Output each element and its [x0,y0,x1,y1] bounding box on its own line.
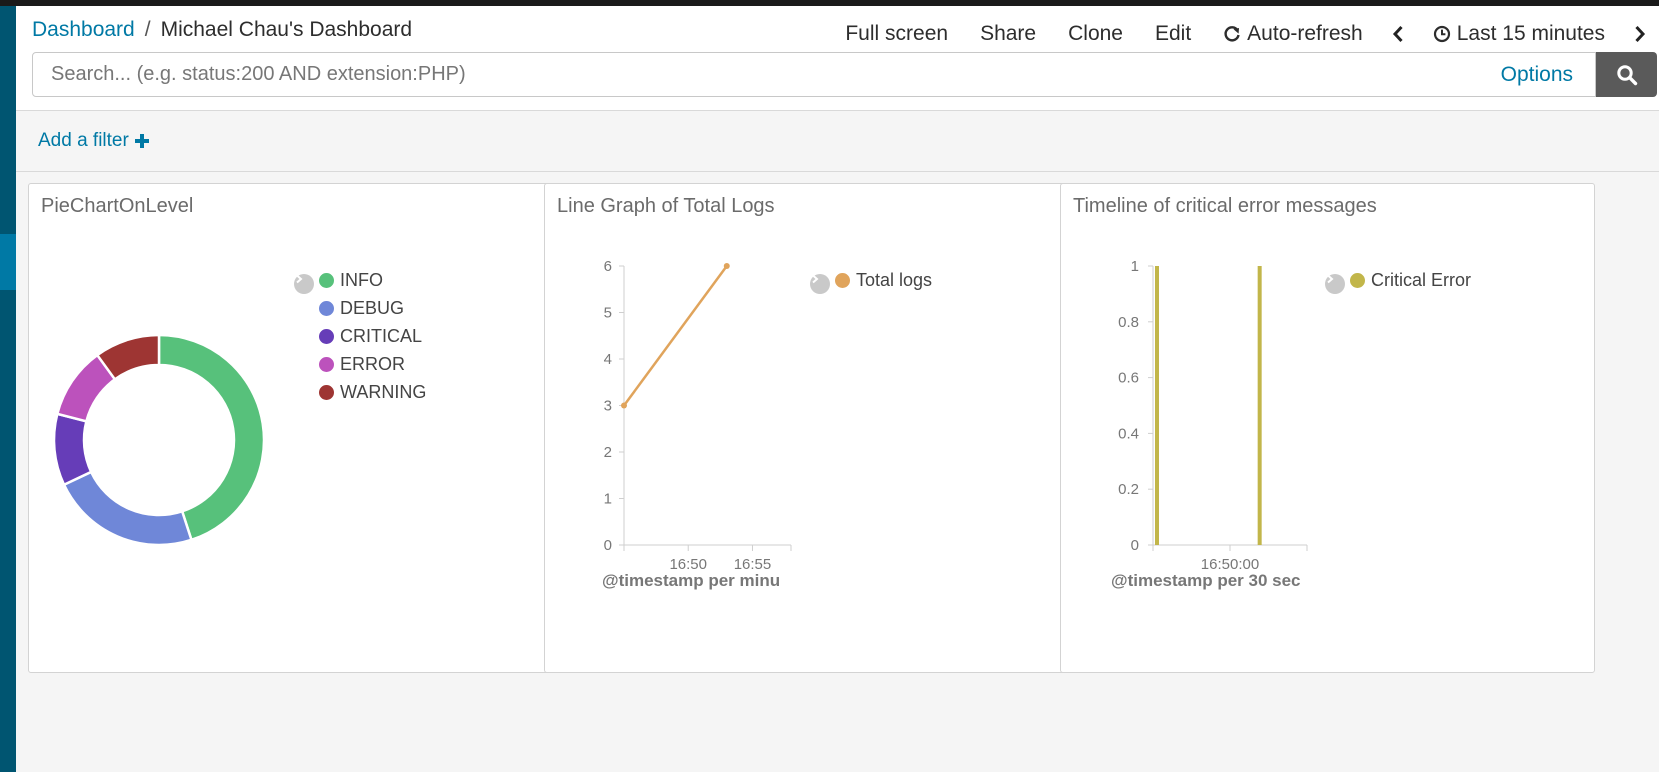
time-picker-button[interactable]: Last 15 minutes [1417,22,1621,46]
auto-refresh-label: Auto-refresh [1247,22,1363,45]
legend-item[interactable]: Critical Error [1350,266,1471,294]
full-screen-label: Full screen [845,22,949,45]
edit-label: Edit [1154,22,1192,45]
timeline-bar[interactable] [1155,266,1159,545]
legend-item[interactable]: CRITICAL [319,322,426,350]
legend-item[interactable]: DEBUG [319,294,426,322]
x-axis-title: @timestamp per minu [602,571,780,590]
legend-dot [835,272,850,288]
pie-chart [52,333,266,547]
legend-item[interactable]: INFO [319,266,426,294]
plus-icon [134,134,149,148]
y-tick-label: 0.8 [1118,314,1139,331]
legend-label: DEBUG [340,297,405,318]
y-tick-label: 3 [604,398,612,415]
add-filter-label: Add a filter [38,130,129,151]
sidebar-item-dashboard[interactable] [0,234,16,290]
time-forward-button[interactable] [1621,25,1659,43]
search-icon [1616,64,1637,85]
chevron-left-icon [1392,25,1403,43]
legend-label: WARNING [340,381,427,402]
time-back-button[interactable] [1379,25,1417,43]
share-button[interactable]: Share [964,22,1052,46]
main-area: Dashboard / Michael Chau's Dashboard Ful… [16,6,1659,772]
legend-label: INFO [340,269,383,290]
timeline-legend: Critical Error [1350,266,1471,294]
y-tick-label: 0.6 [1118,370,1139,387]
y-tick-label: 0 [604,537,612,554]
legend-dot [319,300,334,316]
full-screen-button[interactable]: Full screen [829,22,964,46]
pie-slice-debug[interactable] [62,470,194,547]
add-filter-link[interactable]: Add a filter [38,130,149,152]
y-tick-label: 1 [604,491,612,508]
pie-slice-info[interactable] [157,333,266,542]
legend-item[interactable]: ERROR [319,350,426,378]
legend-dot [1350,272,1365,288]
legend-label: ERROR [340,353,406,374]
y-tick-label: 4 [604,351,612,368]
data-point[interactable] [723,263,730,269]
legend-dot [319,272,334,288]
legend-item[interactable]: WARNING [319,378,426,406]
top-menu: Full screen Share Clone Edit Auto-refres… [829,16,1659,52]
chevron-right-icon [1327,274,1334,284]
search-button[interactable] [1596,52,1657,97]
series-line-total-logs [622,265,728,407]
refresh-icon [1224,26,1240,42]
y-tick-label: 5 [604,305,612,322]
share-label: Share [980,22,1037,45]
data-point[interactable] [621,402,627,409]
timeline-chart: 00.20.40.60.8116:50:00@timestamp per 30 … [1111,258,1308,590]
x-axis-title: @timestamp per 30 sec [1111,571,1301,590]
clock-icon [1433,25,1450,43]
legend-dot [319,356,334,372]
legend-item[interactable]: Total logs [835,266,932,294]
search-options-link[interactable]: Options [1501,63,1573,87]
breadcrumb-dashboard-link[interactable]: Dashboard [32,18,135,42]
edit-button[interactable]: Edit [1139,22,1207,46]
pie-legend: INFO DEBUG CRITICAL ERROR WARNING [319,266,426,406]
legend-label: CRITICAL [340,325,423,346]
chevron-right-icon [812,274,819,284]
sidebar [0,6,16,772]
panel-line-graph: Line Graph of Total Logs 0 1 2 3 4 5 6 16:50 16:… [544,183,1069,673]
clone-label: Clone [1068,22,1123,45]
breadcrumb: Dashboard / Michael Chau's Dashboard [32,18,412,42]
legend-dot [319,328,334,344]
y-tick-label: 0 [1131,537,1139,554]
legend-dot [319,384,334,400]
header: Dashboard / Michael Chau's Dashboard Ful… [16,6,1659,111]
y-tick-label: 1 [1131,258,1139,275]
timeline-bar[interactable] [1257,266,1262,545]
pie-slice-critical[interactable] [52,412,93,487]
chevron-right-icon [1635,25,1646,43]
clone-button[interactable]: Clone [1052,22,1139,46]
panel-timeline: Timeline of critical error messages 0 0.2… [1060,183,1595,673]
legend-toggle-button[interactable] [1325,274,1345,294]
y-tick-label: 0.4 [1118,425,1139,442]
line-legend: Total logs [835,266,932,294]
search-input[interactable] [51,63,1501,86]
auto-refresh-button[interactable]: Auto-refresh [1207,22,1379,46]
y-tick-label: 0.2 [1118,481,1139,498]
y-tick-label: 6 [604,258,612,275]
y-tick-label: 2 [604,444,612,461]
page-title: Michael Chau's Dashboard [160,18,413,41]
panel-pie-chart: PieChartOnLevel INFO DEBUG CRITICAL ERROR WA… [28,183,553,673]
legend-label: Total logs [856,269,933,290]
legend-label: Critical Error [1371,269,1472,290]
breadcrumb-separator: / [144,18,151,41]
filter-bar: Add a filter [16,112,1659,172]
line-chart: 012345616:50 16:55@timestamp per minu [602,258,792,590]
search-bar: Options [32,52,1657,97]
time-range-label: Last 15 minutes [1456,22,1605,45]
legend-toggle-button[interactable] [294,274,314,294]
chevron-right-icon [296,274,303,284]
legend-toggle-button[interactable] [810,274,830,294]
search-box: Options [32,52,1596,97]
